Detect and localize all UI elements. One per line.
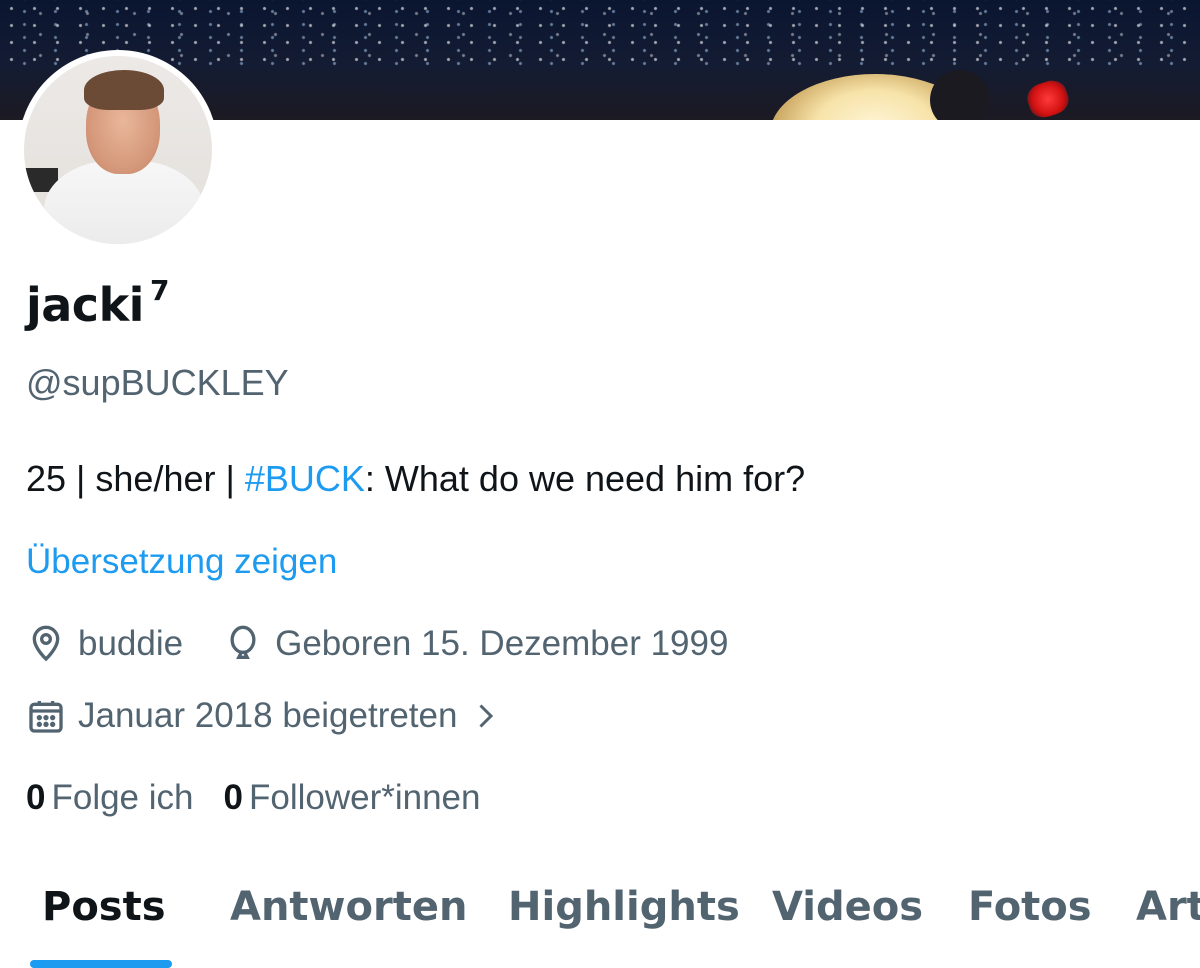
joined-text: Januar 2018 beigetreten (78, 696, 458, 735)
location-text: buddie (78, 624, 184, 663)
balloon-icon (230, 625, 256, 659)
display-name-suffix: 7 (149, 274, 169, 307)
banner-red-light (1023, 76, 1073, 120)
follow-stats: 0 Folge ich 0 Follower*innen (26, 778, 511, 818)
profile-meta-row: buddie Geboren 15. Dezember 1999 (26, 624, 728, 664)
tab-highlights[interactable]: Highlights (508, 884, 740, 930)
joined-item[interactable]: Januar 2018 beigetreten (26, 696, 515, 736)
tab-fotos[interactable]: Fotos (968, 884, 1092, 930)
birthday-text: Geboren 15. Dezember 1999 (275, 624, 729, 663)
user-handle: @supBUCKLEY (26, 362, 289, 403)
bio-text-end: : What do we need him for? (364, 458, 806, 499)
chevron-right-icon (479, 704, 494, 728)
tab-antworten[interactable]: Antworten (230, 884, 467, 930)
followers-link[interactable]: 0 Follower*innen (224, 778, 481, 818)
display-name-text: jacki (26, 278, 144, 332)
location-item: buddie (26, 624, 183, 664)
tab-posts[interactable]: Posts (42, 884, 166, 930)
banner-crowd-lights (0, 0, 1200, 70)
birthday-item: Geboren 15. Dezember 1999 (223, 624, 728, 664)
show-translation-link[interactable]: Übersetzung zeigen (26, 542, 337, 582)
active-tab-indicator (30, 960, 172, 968)
following-label: Folge ich (51, 778, 194, 817)
avatar[interactable] (18, 50, 218, 250)
profile-tabs: Posts Antworten Highlights Videos Fotos … (0, 876, 1200, 968)
banner-silhouette (930, 70, 990, 120)
followers-count: 0 (223, 778, 243, 817)
following-link[interactable]: 0 Folge ich (26, 778, 194, 818)
joined-row[interactable]: Januar 2018 beigetreten (26, 696, 515, 736)
bio-hashtag-link[interactable]: #BUCK (245, 458, 365, 499)
bio: 25 | she/her | #BUCK: What do we need hi… (26, 458, 805, 500)
following-count: 0 (26, 778, 46, 817)
tab-videos[interactable]: Videos (772, 884, 923, 930)
tab-artikel[interactable]: Artikel (1136, 884, 1200, 930)
display-name: jacki 7 (26, 274, 169, 332)
avatar-hair (84, 70, 164, 110)
bio-text: 25 | she/her | (26, 458, 245, 499)
avatar-photo (24, 56, 212, 244)
calendar-icon (29, 701, 63, 733)
followers-label: Follower*innen (248, 778, 481, 817)
location-pin-icon (32, 625, 60, 662)
